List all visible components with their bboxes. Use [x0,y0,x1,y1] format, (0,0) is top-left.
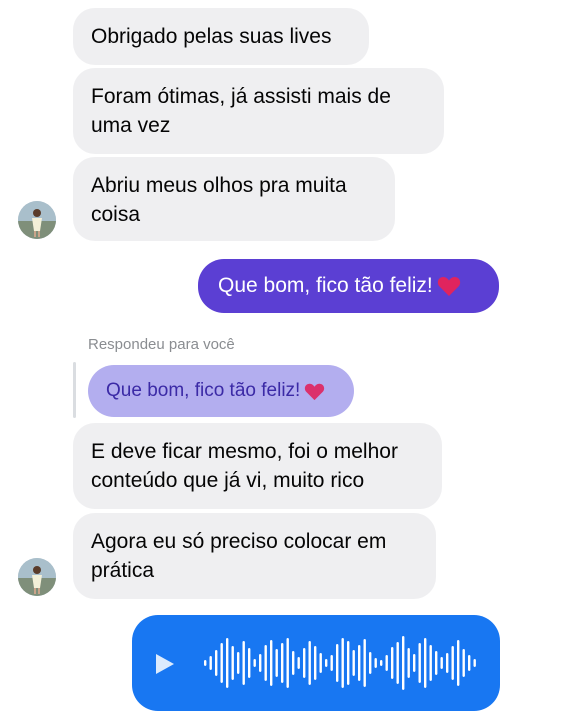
avatar-photo [18,558,56,596]
waveform-bar [253,659,256,667]
waveform-bar [451,646,454,680]
contact-avatar[interactable] [18,558,56,596]
waveform-bar [237,652,240,674]
waveform-bar [215,650,218,676]
message-text: E deve ficar mesmo, foi o melhor conteúd… [91,440,398,492]
waveform-bar [341,638,344,688]
heart-emoji-icon [437,276,460,296]
message-text: Abriu meus olhos pra muita coisa [91,174,347,226]
waveform-bar [402,636,405,690]
waveform-bar [270,640,273,686]
waveform-bar [209,656,212,670]
waveform-bar [303,648,306,678]
waveform-bar [248,648,251,678]
waveform-bar [363,639,366,687]
waveform-bar [385,655,388,671]
waveform-bar [468,655,471,671]
waveform-bar [297,657,300,669]
waveform-bar [374,658,377,668]
waveform-bar [220,643,223,683]
waveform-bar [259,654,262,672]
reply-label: Respondeu para você [88,336,235,353]
waveform-bar [462,649,465,677]
waveform-bar [286,638,289,688]
waveform-bar [473,659,476,667]
heart-emoji-icon [305,383,325,400]
waveform-bar [264,645,267,681]
waveform-bar [281,643,284,683]
waveform-bar [275,649,278,677]
contact-avatar[interactable] [18,201,56,239]
waveform-bar [369,652,372,674]
waveform-bar [319,653,322,673]
waveform-bar [292,651,295,675]
waveform-bar [440,657,443,669]
received-message[interactable]: Abriu meus olhos pra muita coisa [73,157,395,241]
waveform-bar [352,650,355,676]
avatar-photo [18,201,56,239]
quoted-message[interactable]: Que bom, fico tão feliz! [88,365,354,417]
waveform-bar [446,653,449,673]
voice-message[interactable] [132,615,500,711]
sent-message[interactable]: Que bom, fico tão feliz! [198,259,499,313]
waveform-bar [435,651,438,675]
received-message[interactable]: Foram ótimas, já assisti mais de uma vez [73,68,444,154]
waveform-bar [226,638,229,688]
quoted-text: Que bom, fico tão feliz! [106,380,301,401]
waveform-bar [231,646,234,680]
message-text: Obrigado pelas suas lives [91,25,332,48]
waveform-bar [413,654,416,672]
waveform-icon[interactable] [202,633,482,693]
received-message[interactable]: Obrigado pelas suas lives [73,8,369,65]
waveform-bar [325,659,328,667]
waveform-bar [314,646,317,680]
waveform-bar [457,640,460,686]
waveform-bar [391,647,394,679]
reply-quote-bar [73,362,76,418]
play-icon[interactable] [154,652,176,676]
received-message[interactable]: Agora eu só preciso colocar em prática [73,513,436,599]
received-message[interactable]: E deve ficar mesmo, foi o melhor conteúd… [73,423,442,509]
message-text: Agora eu só preciso colocar em prática [91,530,387,582]
waveform-bar [204,660,207,666]
waveform-bar [407,648,410,678]
waveform-bar [330,655,333,671]
waveform-bar [347,641,350,685]
waveform-bar [429,645,432,681]
waveform-bar [418,643,421,683]
message-text: Que bom, fico tão feliz! [218,274,433,297]
waveform-bar [308,641,311,685]
waveform-bar [336,644,339,682]
waveform-bar [358,645,361,681]
waveform-bar [424,638,427,688]
waveform-bar [396,642,399,684]
message-text: Foram ótimas, já assisti mais de uma vez [91,85,391,137]
waveform-bar [380,660,383,666]
waveform-bar [242,641,245,685]
